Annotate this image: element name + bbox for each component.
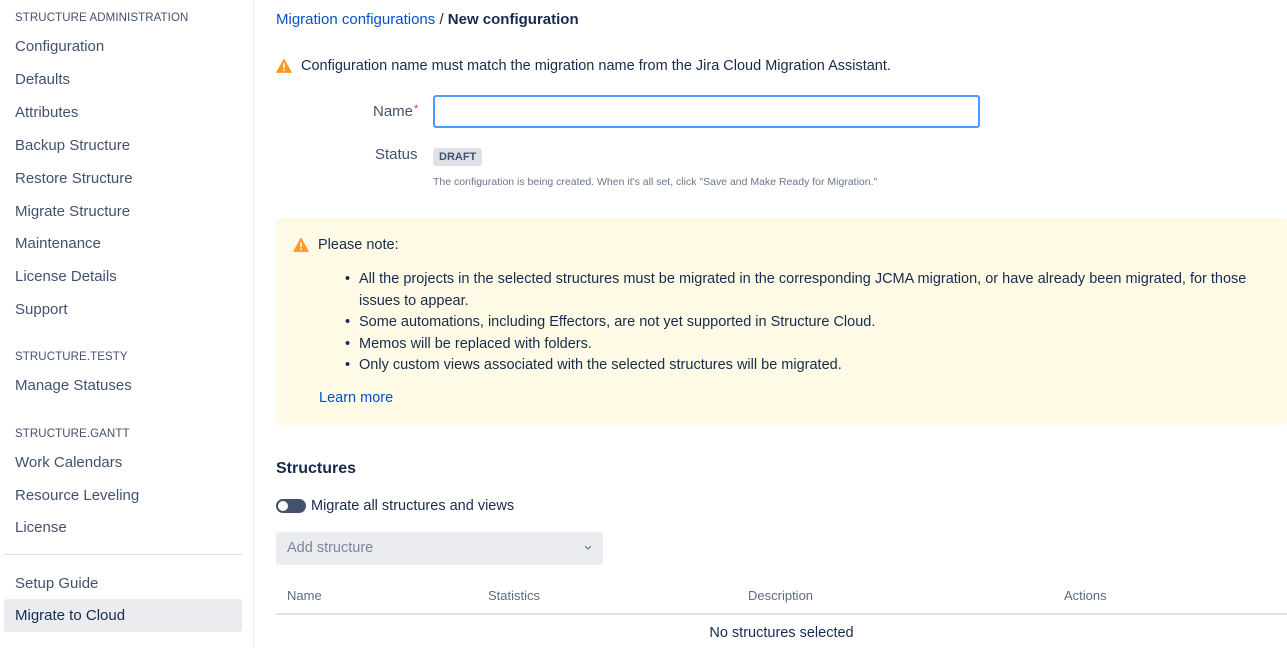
sidebar-item-label: Migrate to Cloud bbox=[15, 607, 126, 624]
sidebar-item-resource-leveling[interactable]: Resource Leveling bbox=[15, 487, 139, 504]
sidebar-item-manage-statuses[interactable]: Manage Statuses bbox=[15, 377, 132, 394]
sidebar-item-attributes[interactable]: Attributes bbox=[15, 104, 78, 121]
status-help-text: The configuration is being created. When… bbox=[433, 176, 878, 188]
migrate-all-toggle[interactable] bbox=[276, 499, 306, 513]
add-structure-placeholder: Add structure bbox=[287, 540, 374, 556]
status-label: Status bbox=[375, 146, 418, 163]
chevron-down-icon bbox=[584, 545, 592, 550]
sidebar-heading-structure-administration: STRUCTURE ADMINISTRATION bbox=[15, 12, 189, 24]
migrate-all-toggle-row: Migrate all structures and views bbox=[276, 498, 514, 514]
sidebar-item-migrate-structure[interactable]: Migrate Structure bbox=[15, 203, 130, 220]
sidebar-item-defaults[interactable]: Defaults bbox=[15, 71, 70, 88]
column-header-name[interactable]: Name bbox=[287, 588, 322, 603]
column-header-description[interactable]: Description bbox=[748, 588, 813, 603]
configuration-name-input[interactable] bbox=[433, 95, 980, 128]
migrate-all-label: Migrate all structures and views bbox=[311, 498, 515, 514]
note-title: Please note: bbox=[293, 237, 399, 253]
name-label: Name* bbox=[373, 103, 419, 120]
breadcrumb: Migration configurations / New configura… bbox=[276, 11, 579, 28]
add-structure-select[interactable]: Add structure bbox=[276, 532, 603, 565]
please-note-panel: Please note: All the projects in the sel… bbox=[276, 218, 1287, 425]
sidebar-item-license[interactable]: License bbox=[15, 519, 67, 536]
note-title-text: Please note: bbox=[318, 237, 399, 253]
sidebar-divider bbox=[4, 554, 242, 555]
sidebar-item-work-calendars[interactable]: Work Calendars bbox=[15, 454, 122, 471]
table-header-divider bbox=[276, 613, 1287, 615]
list-item: All the projects in the selected structu… bbox=[334, 269, 1279, 312]
sidebar-item-configuration[interactable]: Configuration bbox=[15, 38, 104, 55]
sidebar-item-support[interactable]: Support bbox=[15, 301, 68, 318]
sidebar-heading-structure-gantt: STRUCTURE.GANTT bbox=[15, 428, 130, 440]
learn-more-link[interactable]: Learn more bbox=[319, 390, 393, 406]
required-mark: * bbox=[414, 103, 419, 115]
column-header-statistics[interactable]: Statistics bbox=[488, 588, 540, 603]
sidebar-heading-structure-testy: STRUCTURE.TESTY bbox=[15, 351, 128, 363]
sidebar-item-restore-structure[interactable]: Restore Structure bbox=[15, 170, 133, 187]
sidebar-item-setup-guide[interactable]: Setup Guide bbox=[15, 575, 98, 592]
migration-name-warning: Configuration name must match the migrat… bbox=[276, 58, 891, 74]
warning-icon bbox=[276, 58, 292, 73]
breadcrumb-separator: / bbox=[439, 11, 444, 28]
breadcrumb-migration-configurations-link[interactable]: Migration configurations bbox=[276, 11, 435, 28]
sidebar-item-maintenance[interactable]: Maintenance bbox=[15, 235, 101, 252]
toggle-knob bbox=[278, 501, 288, 511]
list-item: Memos will be replaced with folders. bbox=[334, 334, 1279, 356]
list-item: Only custom views associated with the se… bbox=[334, 355, 1279, 377]
column-header-actions: Actions bbox=[1064, 588, 1107, 603]
list-item: Some automations, including Effectors, a… bbox=[334, 312, 1279, 334]
note-list: All the projects in the selected structu… bbox=[334, 269, 1279, 377]
sidebar-item-backup-structure[interactable]: Backup Structure bbox=[15, 137, 130, 154]
status-badge: DRAFT bbox=[433, 148, 483, 166]
sidebar-item-migrate-to-cloud[interactable]: Migrate to Cloud bbox=[4, 599, 242, 632]
warning-text: Configuration name must match the migrat… bbox=[301, 58, 891, 74]
structures-heading: Structures bbox=[276, 460, 357, 477]
warning-icon bbox=[293, 237, 309, 252]
admin-sidebar: STRUCTURE ADMINISTRATION Configuration D… bbox=[0, 0, 254, 648]
empty-table-message: No structures selected bbox=[709, 625, 854, 641]
page-title: New configuration bbox=[447, 11, 579, 28]
sidebar-item-license-details[interactable]: License Details bbox=[15, 268, 117, 285]
